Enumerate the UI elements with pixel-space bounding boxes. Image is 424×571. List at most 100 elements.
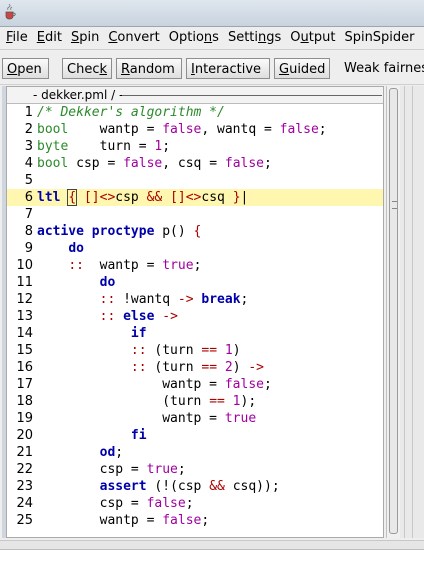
code-line[interactable]: 22 csp = true; (7, 461, 383, 478)
code-line[interactable]: 11 do (7, 274, 383, 291)
line-number: 11 (16, 275, 33, 290)
menu-item-file[interactable]: File (0, 27, 31, 49)
menu-item-settings[interactable]: Settings (222, 27, 284, 49)
label-part: pen (17, 62, 42, 77)
line-number: 19 (16, 411, 33, 426)
line-text: byte turn = 1; (37, 139, 171, 154)
line-text: :: wantp = true; (68, 258, 202, 273)
open-button[interactable]: Open (2, 58, 49, 79)
line-number: 12 (16, 292, 33, 307)
mnemonic-letter: k (99, 62, 107, 77)
code-line[interactable]: 6 ltl { []<>csp && []<>csq }| (7, 189, 383, 206)
output-area[interactable] (0, 549, 424, 571)
splitter-line (412, 86, 413, 538)
line-text: fi (130, 428, 147, 443)
line-number: 4 (24, 156, 33, 171)
line-text: csp = false; (37, 496, 194, 511)
mnemonic-letter: E (36, 30, 45, 45)
code-line[interactable]: 10 :: wantp = true; (7, 257, 383, 274)
code-line[interactable]: 14 if (7, 325, 383, 342)
code-line[interactable]: 5 (7, 172, 383, 189)
label-part: O (290, 30, 301, 45)
line-number: 3 (24, 139, 33, 154)
code-area[interactable]: 1 /* Dekker's algorithm */ 2 bool wantp = f… (7, 104, 383, 529)
code-editor[interactable]: - dekker.pml / - 1 /* Dekker's algorithm … (6, 86, 384, 538)
line-text: if (130, 326, 147, 341)
check-button[interactable]: Check (62, 58, 112, 79)
label-part: uided (289, 62, 326, 77)
horizontal-splitter[interactable] (0, 540, 424, 549)
code-line[interactable]: 19 wantp = true (7, 410, 383, 427)
mnemonic-letter: G (279, 62, 290, 77)
code-line[interactable]: 3 byte turn = 1; (7, 138, 383, 155)
menu-item-spin[interactable]: Spin (65, 27, 102, 49)
code-line[interactable]: 12 :: !wantq -> break; (7, 291, 383, 308)
code-line[interactable]: 18 (turn == 1); (7, 393, 383, 410)
menu-item-spinspider[interactable]: SpinSpider (338, 27, 417, 49)
code-line[interactable]: 8 active proctype p() { (7, 223, 383, 240)
code-line[interactable]: 1 /* Dekker's algorithm */ (7, 104, 383, 121)
line-text: od; (99, 445, 124, 460)
menu-item-convert[interactable]: Convert (102, 27, 162, 49)
java-cup-icon (5, 3, 16, 20)
label-part: gs (266, 30, 282, 45)
code-line[interactable]: 9 do (7, 240, 383, 257)
code-line[interactable]: 25 wantp = false; (7, 512, 383, 529)
line-text: :: (turn == 2) -> (130, 360, 264, 375)
line-text: (turn == 1); (37, 394, 257, 409)
scrollbar-grip-icon (392, 201, 397, 209)
code-line[interactable]: 17 wantp = false; (7, 376, 383, 393)
vertical-scrollbar[interactable] (386, 86, 400, 538)
line-text: wantp = true (37, 411, 257, 426)
guided-button[interactable]: Guided (274, 58, 330, 79)
label-part: Optio (168, 30, 204, 45)
label-part: ile (12, 30, 28, 45)
line-number: 6 (24, 190, 33, 205)
editor-title-bar: - dekker.pml / - (7, 87, 383, 104)
label-part: SpinSpider (344, 30, 415, 45)
line-number: 25 (16, 513, 33, 528)
label-part: onvert (117, 30, 160, 45)
label-part: s (212, 30, 219, 45)
mnemonic-letter: S (70, 30, 80, 45)
menu-item-output[interactable]: Output (284, 27, 338, 49)
line-text: ltl { []<>csp && []<>csq }| (37, 189, 249, 206)
interactive-button[interactable]: Interactive (186, 58, 270, 79)
menu-item-options[interactable]: Options (163, 27, 222, 49)
code-line[interactable]: 4 bool csp = false, csq = false; (7, 155, 383, 172)
label-part: andom (129, 62, 175, 77)
weak-fairness-checkbox[interactable]: Weak fairness (340, 58, 424, 79)
code-line[interactable]: 20 fi (7, 427, 383, 444)
line-text: active proctype p() { (37, 224, 202, 239)
line-text: do (68, 241, 84, 256)
code-line[interactable]: 16 :: (turn == 2) -> (7, 359, 383, 376)
vertical-splitter[interactable] (400, 86, 424, 538)
random-button[interactable]: Random (116, 58, 182, 79)
code-line[interactable]: 2 bool wantp = false, wantq = false; (7, 121, 383, 138)
code-line[interactable]: 24 csp = false; (7, 495, 383, 512)
line-number: 21 (16, 445, 33, 460)
line-number: 18 (16, 394, 33, 409)
line-text: wantp = false; (37, 513, 210, 528)
code-line[interactable]: 21 od; (7, 444, 383, 461)
line-number: 14 (16, 326, 33, 341)
menu-item-edit[interactable]: Edit (31, 27, 65, 49)
line-number: 22 (16, 462, 33, 477)
scrollbar-thumb[interactable] (389, 88, 398, 534)
code-line[interactable]: 7 (7, 206, 383, 223)
label-part: Weak fairness (344, 61, 424, 76)
code-line[interactable]: 23 assert (!(csp && csq)); (7, 478, 383, 495)
line-text: wantp = false; (37, 377, 272, 392)
line-number: 5 (24, 173, 33, 188)
code-line[interactable]: 13 :: else -> (7, 308, 383, 325)
line-number: 1 (24, 105, 33, 120)
line-text: :: else -> (99, 309, 178, 324)
label-part: tput (308, 30, 336, 45)
line-text: bool wantp = false, wantq = false; (37, 122, 327, 137)
line-text: :: (turn == 1) (130, 343, 241, 358)
line-number: 8 (24, 224, 33, 239)
line-number: 16 (16, 360, 33, 375)
code-line[interactable]: 15 :: (turn == 1) (7, 342, 383, 359)
line-number: 24 (16, 496, 33, 511)
label-part: pin (79, 30, 100, 45)
